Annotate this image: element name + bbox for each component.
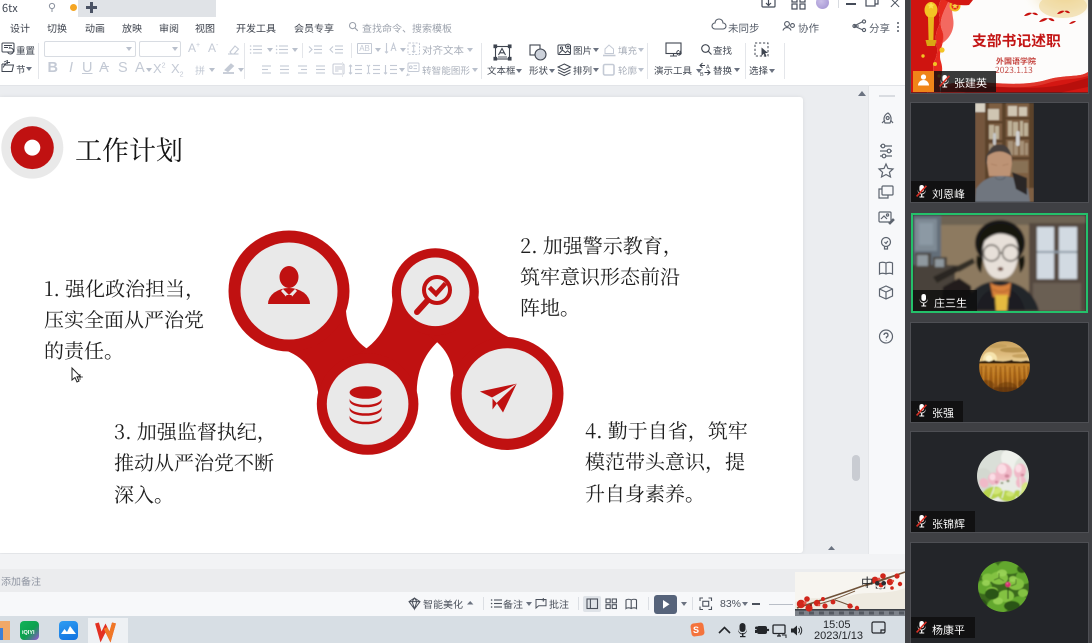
svg-text:A: A (706, 65, 710, 71)
svg-text:B: B (700, 72, 704, 78)
svg-text:S: S (693, 625, 699, 635)
svg-text:iQIYI: iQIYI (22, 630, 35, 636)
